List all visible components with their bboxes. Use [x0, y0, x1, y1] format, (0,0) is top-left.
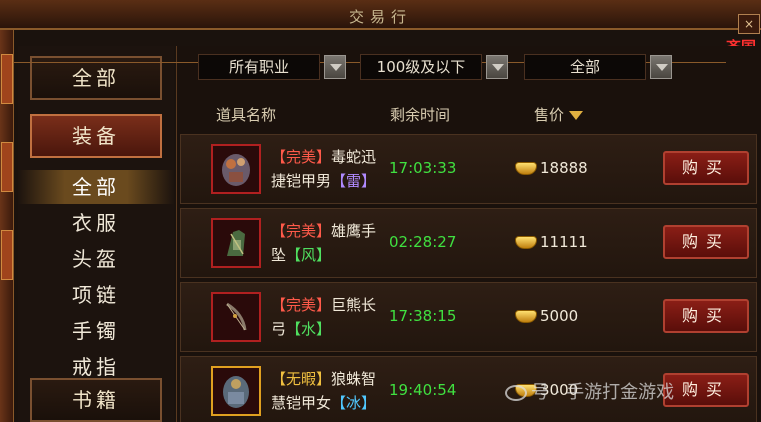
sort-down-icon[interactable] — [569, 111, 584, 120]
price-value: 11111 — [540, 233, 588, 251]
subcategory-helmet[interactable]: 头盔 — [18, 242, 174, 276]
item-name: 【完美】巨熊长弓【水】 — [271, 293, 383, 341]
remaining-time: 02:28:27 — [389, 233, 457, 251]
gold-ingot-icon — [515, 162, 537, 175]
remaining-time: 19:40:54 — [389, 381, 457, 399]
auction-window: 交易行 × 齐国 全部 装备 全部 衣服 头盔 项链 手镯 戒指 书籍 所有职业… — [0, 0, 761, 422]
gold-ingot-icon — [515, 236, 537, 249]
window-title: 交易行 — [348, 8, 412, 26]
column-price-label: 售价 — [534, 106, 565, 124]
buy-button[interactable]: 购买 — [663, 151, 749, 185]
armor-icon[interactable] — [211, 144, 261, 194]
level-dropdown-arrow-icon[interactable] — [486, 55, 508, 79]
item-name: 【无暇】狼蛛智慧铠甲女【冰】 — [271, 367, 383, 415]
item-quality: 【无暇】 — [271, 370, 332, 388]
item-element: 【水】 — [286, 320, 332, 338]
glove-icon[interactable] — [211, 218, 261, 268]
subcategory-bracelet[interactable]: 手镯 — [18, 314, 174, 348]
category-equipment-button[interactable]: 装备 — [30, 114, 162, 158]
watermark-text: 号 · 手游打金游戏 — [531, 382, 675, 403]
profession-filter[interactable]: 所有职业 — [198, 54, 320, 80]
item-name: 【完美】毒蛇迅捷铠甲男【雷】 — [271, 145, 383, 193]
buy-button[interactable]: 购买 — [663, 225, 749, 259]
close-button[interactable]: × — [738, 14, 760, 34]
bow-icon[interactable] — [211, 292, 261, 342]
item-quality: 【完美】 — [271, 222, 332, 240]
title-bar: 交易行 — [0, 0, 761, 30]
armor-icon[interactable] — [211, 366, 261, 416]
remaining-time: 17:38:15 — [389, 307, 457, 325]
subcategory-clothes[interactable]: 衣服 — [18, 206, 174, 240]
left-edge-decoration — [0, 30, 14, 422]
wechat-icon — [505, 385, 527, 401]
item-element: 【风】 — [286, 246, 332, 264]
buy-button[interactable]: 购买 — [663, 299, 749, 333]
item-quality: 【完美】 — [271, 296, 332, 314]
column-remaining-time: 剩余时间 — [390, 106, 451, 124]
gold-ingot-icon — [515, 310, 537, 323]
buy-button[interactable]: 购买 — [663, 373, 749, 407]
price-value: 18888 — [540, 159, 588, 177]
price: 18888 — [515, 159, 588, 177]
profession-dropdown-arrow-icon[interactable] — [324, 55, 346, 79]
column-item-name: 道具名称 — [216, 106, 277, 124]
listing-row: 【完美】雄鹰手坠【风】 02:28:27 11111 购买 — [180, 208, 757, 278]
level-filter[interactable]: 100级及以下 — [360, 54, 482, 80]
item-element: 【雷】 — [331, 172, 377, 190]
subcategory-necklace[interactable]: 项链 — [18, 278, 174, 312]
subcategory-all[interactable]: 全部 — [18, 170, 174, 204]
item-quality: 【完美】 — [271, 148, 332, 166]
price: 11111 — [515, 233, 588, 251]
remaining-time: 17:03:33 — [389, 159, 457, 177]
category-sidebar: 全部 装备 全部 衣服 头盔 项链 手镯 戒指 书籍 — [18, 46, 174, 422]
item-element: 【冰】 — [331, 394, 377, 412]
type-filter[interactable]: 全部 — [524, 54, 646, 80]
type-dropdown-arrow-icon[interactable] — [650, 55, 672, 79]
listing-row: 【完美】巨熊长弓【水】 17:38:15 5000 购买 — [180, 282, 757, 352]
column-price[interactable]: 售价 — [534, 104, 584, 125]
listing-row: 【完美】毒蛇迅捷铠甲男【雷】 17:03:33 18888 购买 — [180, 134, 757, 204]
price-value: 5000 — [540, 307, 579, 325]
watermark: 号 · 手游打金游戏 — [505, 378, 674, 404]
item-name: 【完美】雄鹰手坠【风】 — [271, 219, 383, 267]
price: 5000 — [515, 307, 578, 325]
category-books-button[interactable]: 书籍 — [30, 378, 162, 422]
